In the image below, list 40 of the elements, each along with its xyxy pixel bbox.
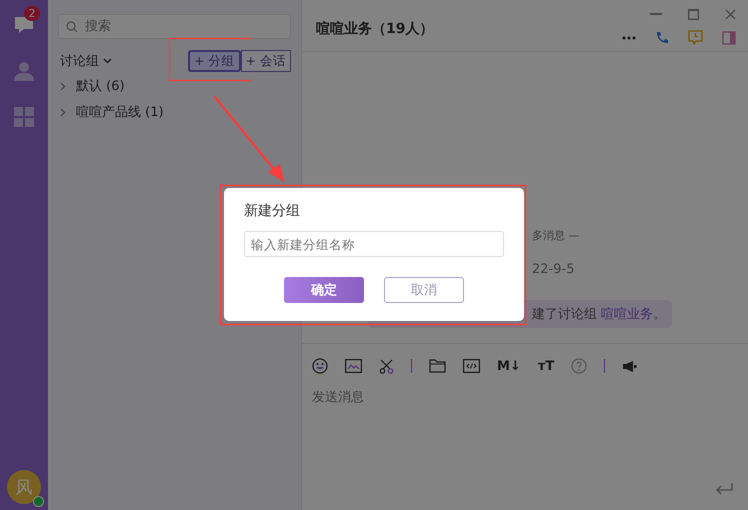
group-label: 喧喧产品线 (1) — [76, 104, 164, 121]
add-button[interactable]: + 分组 — [188, 50, 241, 72]
confirm-button[interactable]: 确定 — [284, 277, 364, 303]
group-filter-dropdown[interactable]: 讨论组 — [58, 52, 112, 70]
group-label: 默认 (6) — [76, 78, 125, 95]
rail-tab[interactable]: 2 — [0, 6, 48, 38]
side-panel-icon[interactable] — [722, 30, 736, 44]
folder-icon[interactable] — [429, 359, 446, 373]
grid-icon — [13, 106, 35, 128]
message-input[interactable]: 发送消息 — [312, 388, 612, 412]
code-icon[interactable] — [463, 359, 480, 373]
search-icon — [66, 20, 78, 32]
clock-message-icon[interactable] — [688, 30, 703, 45]
image-icon[interactable] — [345, 359, 362, 373]
cancel-button[interactable]: 取消 — [384, 277, 464, 303]
chevron-down-icon — [103, 58, 112, 64]
group-link[interactable]: 喧喧业务。 — [601, 307, 666, 322]
group-name-field[interactable]: 输入新建分组名称 — [244, 231, 504, 257]
help-icon[interactable] — [571, 358, 588, 374]
megaphone-icon[interactable] — [622, 360, 638, 372]
format-button[interactable]: ᴛT — [538, 358, 554, 374]
group-item[interactable]: 默认 (6) — [58, 73, 291, 99]
chat-title: 喧喧业务（19人） — [316, 20, 434, 39]
group-item[interactable]: 喧喧产品线 (1) — [58, 99, 291, 125]
more-messages-divider[interactable]: 多消息 — — [532, 229, 580, 242]
add-button[interactable]: + 会话 — [240, 50, 291, 72]
phone-icon[interactable] — [655, 30, 669, 44]
close-icon[interactable] — [725, 8, 736, 20]
send-icon[interactable] — [714, 482, 734, 496]
notice-text: 建了讨论组 — [532, 307, 598, 322]
more-icon[interactable] — [622, 36, 636, 40]
format-button[interactable]: M↓ — [497, 358, 521, 374]
search-field[interactable]: 搜索 — [58, 14, 291, 39]
dialog-title: 新建分组 — [244, 202, 301, 220]
date-label: 22-9-5 — [532, 262, 574, 277]
person-icon — [13, 60, 35, 82]
emoji-icon[interactable] — [312, 358, 328, 374]
maximize-icon[interactable] — [688, 8, 699, 20]
scissors-icon[interactable] — [379, 358, 394, 374]
unread-badge: 2 — [24, 6, 40, 21]
